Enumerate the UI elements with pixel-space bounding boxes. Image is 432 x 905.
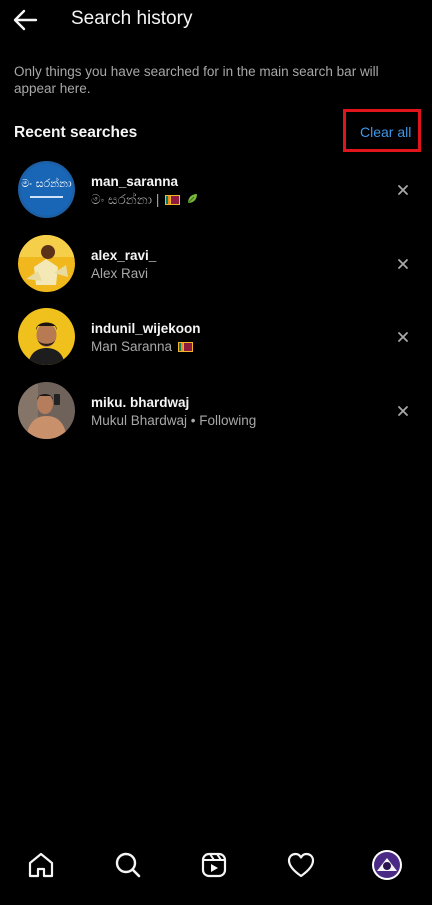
username: indunil_wijekoon — [91, 321, 201, 336]
flag-icon — [165, 195, 181, 205]
back-button[interactable] — [10, 6, 42, 34]
list-item[interactable]: මං සරන්නා man_saranna මං සරන්නා | — [0, 152, 432, 226]
subtitle-text: Man Saranna — [91, 339, 173, 354]
subtitle-text: Alex Ravi — [91, 265, 149, 281]
recent-searches-title: Recent searches — [14, 124, 138, 141]
username: miku. bhardwaj — [91, 394, 190, 410]
subtitle: මං සරන්නා | — [91, 192, 198, 208]
avatar[interactable] — [18, 234, 75, 292]
avatar[interactable] — [18, 381, 75, 439]
subtitle-text: මං සරන්නා | — [91, 192, 160, 207]
avatar[interactable]: මං සරන්නා — [18, 161, 75, 218]
arrow-left-icon — [13, 9, 38, 31]
subtitle-text: Mukul Bhardwaj • Following — [91, 412, 257, 428]
flag-icon — [177, 342, 193, 352]
search-icon[interactable] — [113, 850, 143, 880]
username: man_saranna — [91, 174, 179, 189]
heart-icon[interactable] — [286, 850, 316, 880]
clear-all-button[interactable]: Clear all — [360, 124, 411, 140]
reels-icon[interactable] — [199, 850, 229, 880]
username: alex_ravi_ — [91, 247, 157, 263]
list-item[interactable]: alex_ravi_ Alex Ravi — [0, 226, 432, 300]
close-icon[interactable] — [396, 404, 410, 418]
avatar-text: මං සරන්නා — [21, 176, 72, 190]
subtitle: Alex Ravi — [91, 266, 148, 281]
profile-avatar[interactable] — [371, 849, 403, 881]
close-icon[interactable] — [396, 257, 410, 271]
list-item[interactable]: miku. bhardwaj Mukul Bhardwaj • Followin… — [0, 373, 432, 447]
subtitle: Man Saranna — [91, 339, 193, 354]
subtitle: Mukul Bhardwaj • Following — [91, 413, 256, 428]
list-item[interactable]: indunil_wijekoon Man Saranna — [0, 299, 432, 373]
recent-searches-list: මං සරන්නා man_saranna මං සරන්නා | alex_r… — [0, 152, 432, 446]
home-icon[interactable] — [26, 850, 56, 880]
leaf-icon — [187, 194, 197, 204]
bottom-nav — [0, 838, 432, 905]
header: Search history — [0, 0, 432, 44]
close-icon[interactable] — [396, 183, 410, 197]
page-title: Search history — [71, 8, 193, 29]
avatar[interactable] — [18, 308, 75, 365]
close-icon[interactable] — [396, 330, 410, 344]
info-text: Only things you have searched for in the… — [14, 64, 379, 96]
